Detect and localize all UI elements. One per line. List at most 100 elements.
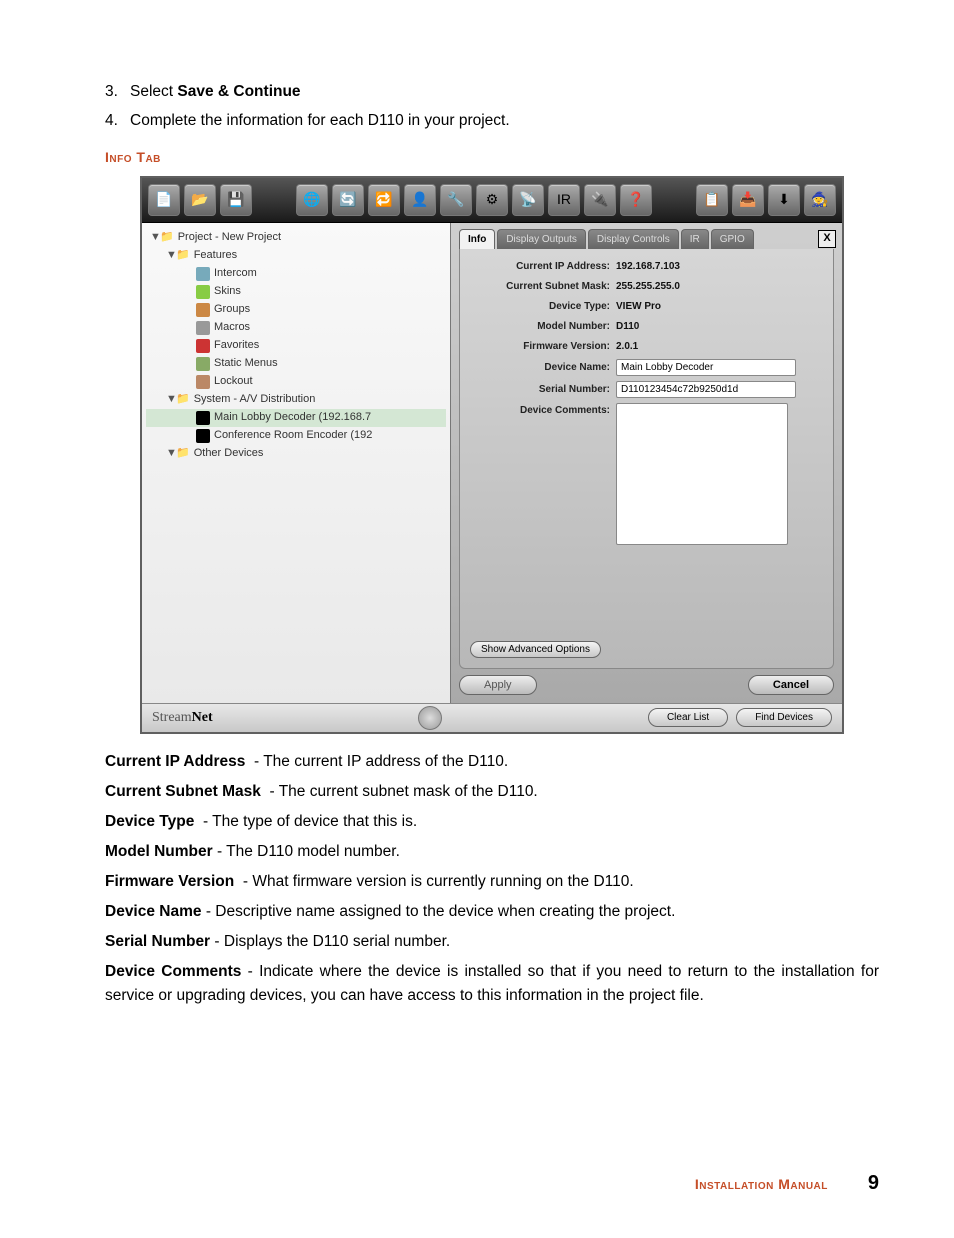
folder-icon: 📁 — [176, 445, 190, 462]
description-term: Device Name — [105, 903, 202, 920]
tree-system[interactable]: ▼ 📁 System - A/V Distribution — [146, 391, 446, 409]
close-button[interactable]: X — [818, 230, 836, 248]
tree-features[interactable]: ▼ 📁 Features — [146, 247, 446, 265]
info-input[interactable] — [616, 381, 796, 398]
toolbar-button[interactable]: ⬇ — [768, 184, 800, 216]
tree-feature-item[interactable]: Favorites — [146, 337, 446, 355]
folder-icon: 📁 — [176, 247, 190, 264]
expand-arrow-icon[interactable]: ▼ — [166, 391, 176, 408]
device-icon — [196, 429, 210, 443]
feature-icon — [196, 303, 210, 317]
toolbar-button[interactable]: 🌐 — [296, 184, 328, 216]
feature-icon — [196, 357, 210, 371]
info-row: Device Type:VIEW Pro — [470, 299, 823, 314]
info-row: Model Number:D110 — [470, 319, 823, 334]
tab-display-outputs[interactable]: Display Outputs — [497, 229, 586, 249]
toolbar-button[interactable]: 📄 — [148, 184, 180, 216]
description-line: Firmware Version - What firmware version… — [105, 870, 879, 894]
folder-icon: 📁 — [176, 391, 190, 408]
toolbar-button[interactable]: 🔄 — [332, 184, 364, 216]
app-screenshot: 📄 📂 💾 🌐 🔄 🔁 👤 🔧 ⚙ 📡 IR 🔌 ❓ 📋 📥 ⬇ 🧙 ▼ 📁 P… — [140, 176, 844, 734]
description-text: - The current IP address of the D110. — [250, 753, 508, 770]
description-text: - The D110 model number. — [213, 843, 400, 860]
description-line: Current Subnet Mask - The current subnet… — [105, 780, 879, 804]
toolbar-button[interactable]: 🔁 — [368, 184, 400, 216]
feature-icon — [196, 339, 210, 353]
tab-info[interactable]: Info — [459, 229, 495, 249]
feature-icon — [196, 321, 210, 335]
tree-feature-item[interactable]: Static Menus — [146, 355, 446, 373]
ordered-steps: 3. Select Save & Continue 4. Complete th… — [105, 80, 879, 133]
feature-icon — [196, 375, 210, 389]
toolbar-button[interactable]: 📡 — [512, 184, 544, 216]
tree-feature-item[interactable]: Lockout — [146, 373, 446, 391]
brand-logo: StreamNet — [152, 707, 213, 728]
tree-other[interactable]: ▼ 📁 Other Devices — [146, 445, 446, 463]
expand-arrow-icon[interactable]: ▼ — [166, 445, 176, 462]
description-line: Device Type - The type of device that th… — [105, 810, 879, 834]
info-value: 2.0.1 — [616, 339, 638, 354]
details-panel: Info Display Outputs Display Controls IR… — [451, 223, 842, 703]
tree-feature-item[interactable]: Macros — [146, 319, 446, 337]
info-row: Firmware Version:2.0.1 — [470, 339, 823, 354]
step-number: 4. — [105, 109, 130, 132]
toolbar-button[interactable]: 🔧 — [440, 184, 472, 216]
info-label: Device Comments: — [470, 403, 616, 418]
expand-arrow-icon[interactable]: ▼ — [150, 229, 160, 246]
toolbar-button[interactable]: IR — [548, 184, 580, 216]
toolbar-button[interactable]: 📋 — [696, 184, 728, 216]
tree-device-item[interactable]: Main Lobby Decoder (192.168.7 — [146, 409, 446, 427]
info-label: Serial Number: — [470, 382, 616, 397]
description-text: - What firmware version is currently run… — [239, 873, 634, 890]
toolbar-button[interactable]: ⚙ — [476, 184, 508, 216]
info-value: VIEW Pro — [616, 299, 661, 314]
toolbar-button[interactable]: 📥 — [732, 184, 764, 216]
description-term: Current Subnet Mask — [105, 783, 261, 800]
description-text: - Displays the D110 serial number. — [210, 933, 450, 950]
toolbar-button[interactable]: 🔌 — [584, 184, 616, 216]
toolbar-button[interactable]: ❓ — [620, 184, 652, 216]
toolbar-button[interactable]: 📂 — [184, 184, 216, 216]
info-value: 192.168.7.103 — [616, 259, 680, 274]
description-term: Serial Number — [105, 933, 210, 950]
device-comments-input[interactable] — [616, 403, 788, 545]
description-term: Firmware Version — [105, 873, 234, 890]
status-icon[interactable] — [418, 706, 442, 730]
tab-gpio[interactable]: GPIO — [711, 229, 754, 249]
info-value: D110 — [616, 319, 639, 334]
info-label: Model Number: — [470, 319, 616, 334]
toolbar-button[interactable]: 🧙 — [804, 184, 836, 216]
step-text: Complete the information for each D110 i… — [130, 109, 510, 132]
status-bar: StreamNet Clear List Find Devices — [142, 703, 842, 732]
clear-list-button[interactable]: Clear List — [648, 708, 728, 727]
project-tree[interactable]: ▼ 📁 Project - New Project ▼ 📁 Features I… — [142, 223, 451, 703]
find-devices-button[interactable]: Find Devices — [736, 708, 832, 727]
section-heading-info-tab: Info Tab — [105, 147, 879, 168]
description-line: Model Number - The D110 model number. — [105, 840, 879, 864]
expand-arrow-icon[interactable]: ▼ — [166, 247, 176, 264]
info-row: Device Name: — [470, 359, 823, 376]
info-label: Current IP Address: — [470, 259, 616, 274]
toolbar-button[interactable]: 💾 — [220, 184, 252, 216]
description-line: Device Name - Descriptive name assigned … — [105, 900, 879, 924]
info-row: Device Comments: — [470, 403, 823, 545]
tab-display-controls[interactable]: Display Controls — [588, 229, 679, 249]
show-advanced-button[interactable]: Show Advanced Options — [470, 641, 601, 658]
description-term: Device Type — [105, 813, 194, 830]
description-text: - The current subnet mask of the D110. — [265, 783, 538, 800]
info-label: Device Type: — [470, 299, 616, 314]
tree-feature-item[interactable]: Groups — [146, 301, 446, 319]
tree-feature-item[interactable]: Intercom — [146, 265, 446, 283]
tree-root[interactable]: ▼ 📁 Project - New Project — [146, 229, 446, 247]
tree-feature-item[interactable]: Skins — [146, 283, 446, 301]
tab-ir[interactable]: IR — [681, 229, 709, 249]
tree-device-item[interactable]: Conference Room Encoder (192 — [146, 427, 446, 445]
info-value: 255.255.255.0 — [616, 279, 680, 294]
apply-button[interactable]: Apply — [459, 675, 537, 695]
page-number: 9 — [868, 1168, 879, 1198]
main-toolbar: 📄 📂 💾 🌐 🔄 🔁 👤 🔧 ⚙ 📡 IR 🔌 ❓ 📋 📥 ⬇ 🧙 — [142, 178, 842, 223]
info-input[interactable] — [616, 359, 796, 376]
toolbar-button[interactable]: 👤 — [404, 184, 436, 216]
description-line: Current IP Address - The current IP addr… — [105, 750, 879, 774]
cancel-button[interactable]: Cancel — [748, 675, 834, 695]
